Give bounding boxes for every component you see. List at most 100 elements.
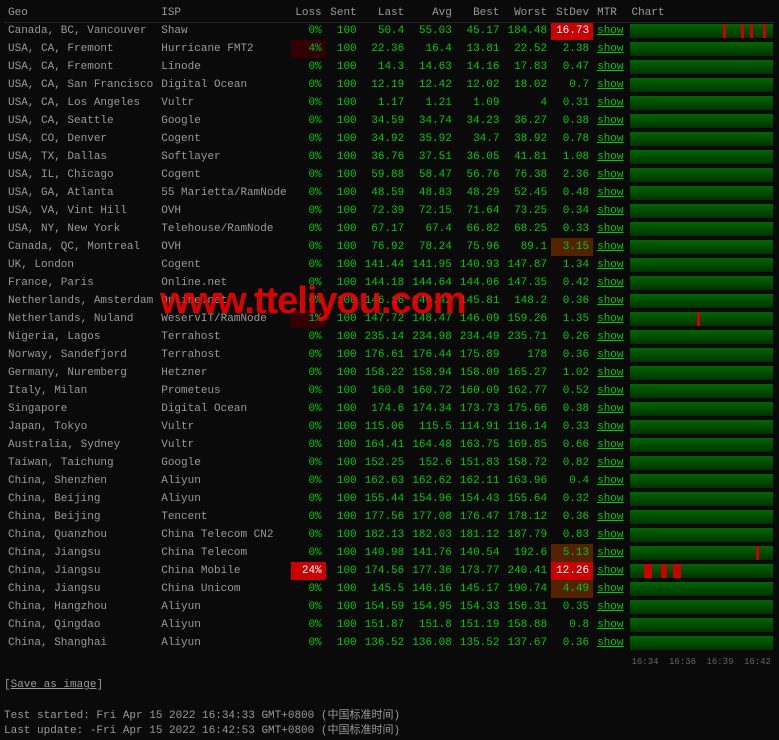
mtr-show-link[interactable]: show [597, 187, 623, 199]
mtr-show-link[interactable]: show [597, 547, 623, 559]
header-last[interactable]: Last [361, 4, 409, 22]
cell-sent: 100 [326, 310, 361, 328]
cell-sent: 100 [326, 634, 361, 652]
mtr-show-link[interactable]: show [597, 151, 623, 163]
mtr-show-link[interactable]: show [597, 295, 623, 307]
cell-loss: 0% [291, 454, 326, 472]
mtr-show-link[interactable]: show [597, 403, 623, 415]
cell-worst: 235.71 [503, 328, 551, 346]
header-isp[interactable]: ISP [157, 4, 290, 22]
cell-loss: 0% [291, 166, 326, 184]
cell-worst: 165.27 [503, 364, 551, 382]
cell-isp: Terrahost [157, 346, 290, 364]
table-row: China, JiangsuChina Telecom0%100140.9814… [4, 544, 775, 562]
mtr-show-link[interactable]: show [597, 97, 623, 109]
mtr-show-link[interactable]: show [597, 511, 623, 523]
cell-mtr: show [593, 364, 627, 382]
mtr-show-link[interactable]: show [597, 457, 623, 469]
cell-geo: China, Shanghai [4, 634, 157, 652]
cell-worst: 192.6 [503, 544, 551, 562]
chart-spike [723, 24, 726, 38]
mtr-show-link[interactable]: show [597, 583, 623, 595]
mtr-show-link[interactable]: show [597, 367, 623, 379]
cell-best: 144.06 [456, 274, 504, 292]
cell-loss: 0% [291, 58, 326, 76]
mtr-show-link[interactable]: show [597, 223, 623, 235]
cell-best: 1.09 [456, 94, 504, 112]
header-best[interactable]: Best [456, 4, 504, 22]
cell-best: 151.19 [456, 616, 504, 634]
mtr-show-link[interactable]: show [597, 277, 623, 289]
table-row: Nigeria, LagosTerrahost0%100235.14234.98… [4, 328, 775, 346]
cell-sent: 100 [326, 22, 361, 40]
mtr-show-link[interactable]: show [597, 637, 623, 649]
mtr-show-link[interactable]: show [597, 331, 623, 343]
table-row: Netherlands, AmsterdamOnline.net0%100146… [4, 292, 775, 310]
save-as-image-link[interactable]: Save as image [11, 679, 97, 691]
mtr-show-link[interactable]: show [597, 493, 623, 505]
cell-mtr: show [593, 436, 627, 454]
chart-bar [630, 150, 774, 164]
mtr-show-link[interactable]: show [597, 25, 623, 37]
header-geo[interactable]: Geo [4, 4, 157, 22]
cell-mtr: show [593, 202, 627, 220]
cell-geo: USA, CA, Los Angeles [4, 94, 157, 112]
cell-avg: 146.42 [408, 292, 456, 310]
cell-sent: 100 [326, 364, 361, 382]
cell-sent: 100 [326, 346, 361, 364]
mtr-show-link[interactable]: show [597, 475, 623, 487]
cell-worst: 4 [503, 94, 551, 112]
mtr-show-link[interactable]: show [597, 385, 623, 397]
table-row: USA, TX, DallasSoftlayer0%10036.7637.513… [4, 148, 775, 166]
mtr-show-link[interactable]: show [597, 601, 623, 613]
mtr-show-link[interactable]: show [597, 619, 623, 631]
mtr-show-link[interactable]: show [597, 61, 623, 73]
cell-chart [628, 598, 776, 616]
mtr-show-link[interactable]: show [597, 349, 623, 361]
cell-geo: USA, VA, Vint Hill [4, 202, 157, 220]
chart-bar [630, 636, 774, 650]
cell-avg: 141.95 [408, 256, 456, 274]
cell-worst: 178.12 [503, 508, 551, 526]
chart-bar [630, 348, 774, 362]
cell-loss: 24% [291, 562, 326, 580]
header-stdev[interactable]: StDev [551, 4, 593, 22]
cell-loss: 0% [291, 274, 326, 292]
chart-bar [630, 42, 774, 56]
mtr-show-link[interactable]: show [597, 313, 623, 325]
header-sent[interactable]: Sent [326, 4, 361, 22]
cell-sent: 100 [326, 580, 361, 598]
header-loss[interactable]: Loss [291, 4, 326, 22]
cell-chart [628, 346, 776, 364]
cell-stdev: 0.36 [551, 634, 593, 652]
chart-bar [630, 546, 774, 560]
cell-chart [628, 184, 776, 202]
mtr-show-link[interactable]: show [597, 241, 623, 253]
cell-loss: 0% [291, 112, 326, 130]
header-chart[interactable]: Chart [628, 4, 776, 22]
mtr-show-link[interactable]: show [597, 439, 623, 451]
mtr-show-link[interactable]: show [597, 169, 623, 181]
mtr-show-link[interactable]: show [597, 115, 623, 127]
cell-best: 135.52 [456, 634, 504, 652]
mtr-show-link[interactable]: show [597, 205, 623, 217]
mtr-show-link[interactable]: show [597, 259, 623, 271]
header-mtr[interactable]: MTR [593, 4, 627, 22]
cell-chart [628, 256, 776, 274]
header-worst[interactable]: Worst [503, 4, 551, 22]
mtr-show-link[interactable]: show [597, 529, 623, 541]
mtr-show-link[interactable]: show [597, 133, 623, 145]
cell-stdev: 0.66 [551, 436, 593, 454]
cell-worst: 240.41 [503, 562, 551, 580]
mtr-show-link[interactable]: show [597, 43, 623, 55]
cell-best: 56.76 [456, 166, 504, 184]
cell-worst: 68.25 [503, 220, 551, 238]
mtr-show-link[interactable]: show [597, 565, 623, 577]
mtr-show-link[interactable]: show [597, 79, 623, 91]
last-update-text: Last update: -Fri Apr 15 2022 16:42:53 G… [4, 725, 400, 737]
chart-axis: 16:34 16:36 16:39 16:42 [628, 652, 776, 670]
cell-sent: 100 [326, 130, 361, 148]
mtr-show-link[interactable]: show [597, 421, 623, 433]
cell-mtr: show [593, 40, 627, 58]
header-avg[interactable]: Avg [408, 4, 456, 22]
